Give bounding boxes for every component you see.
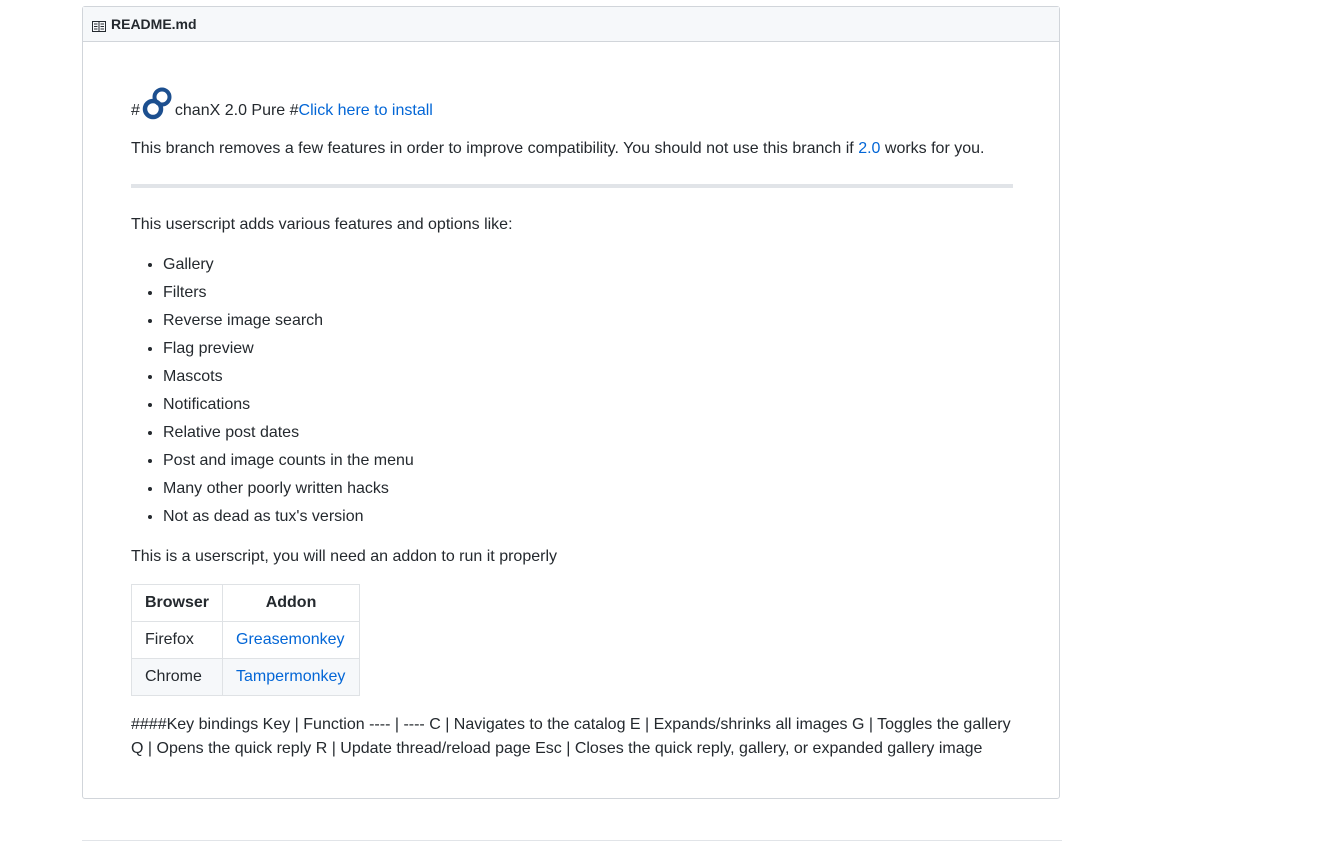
list-item: Gallery [163, 253, 414, 281]
readme-header: README.md [83, 7, 1059, 42]
tampermonkey-link[interactable]: Tampermonkey [236, 668, 345, 685]
table-cell-addon: Tampermonkey [222, 658, 361, 696]
list-item: Reverse image search [163, 309, 414, 337]
list-item: Filters [163, 281, 414, 309]
table-cell-addon: Greasemonkey [222, 621, 361, 659]
readme-title: # chanX 2.0 Pure # Click here to install [131, 83, 433, 123]
intro-paragraph: This branch removes a few features in or… [131, 137, 984, 161]
keybindings-paragraph: ####Key bindings Key | Function ---- | -… [131, 716, 1011, 757]
greasemonkey-link[interactable]: Greasemonkey [236, 631, 345, 648]
list-item: Not as dead as tux's version [163, 505, 414, 533]
table-row: Chrome Tampermonkey [130, 658, 361, 696]
list-item: Many other poorly written hacks [163, 477, 414, 505]
table-header-row: Browser Addon [130, 584, 361, 622]
table-cell-browser: Chrome [130, 658, 224, 696]
features-list: Gallery Filters Reverse image search Fla… [131, 253, 414, 533]
readme-file-name: README.md [111, 16, 197, 32]
horizontal-rule [131, 184, 1013, 188]
features-intro: This userscript adds various features an… [131, 216, 513, 233]
table-cell-browser: Firefox [130, 621, 224, 659]
install-link[interactable]: Click here to install [299, 99, 433, 123]
version-link[interactable]: 2.0 [858, 140, 880, 157]
book-icon [92, 19, 106, 32]
intro-text-after: works for you. [880, 140, 985, 157]
list-item: Relative post dates [163, 421, 414, 449]
title-name: chanX 2.0 Pure # [174, 102, 299, 119]
bottom-divider [82, 840, 1062, 841]
list-item: Notifications [163, 393, 414, 421]
readme-container: README.md # chanX 2.0 Pure # Click here t… [82, 6, 1060, 799]
list-item: Mascots [163, 365, 414, 393]
intro-text-before: This branch removes a few features in or… [131, 140, 859, 157]
userscript-note: This is a userscript, you will need an a… [131, 548, 557, 565]
table-header-browser: Browser [130, 584, 224, 622]
title-hash: # [131, 102, 140, 119]
table-row: Firefox Greasemonkey [130, 621, 361, 659]
chanx-logo-icon [141, 87, 175, 121]
list-item: Flag preview [163, 337, 414, 365]
addons-table: Browser Addon Firefox Greasemonkey Chrom… [130, 584, 361, 696]
list-item: Post and image counts in the menu [163, 449, 414, 477]
table-header-addon: Addon [222, 584, 361, 622]
